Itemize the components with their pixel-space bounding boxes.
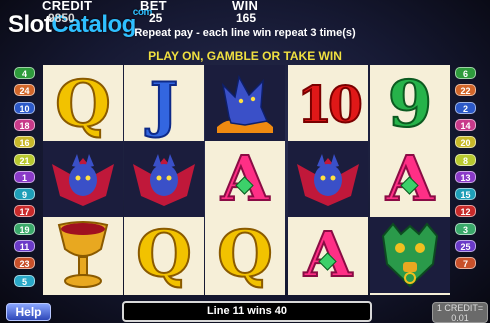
symbol-queen: Q xyxy=(135,217,193,292)
symbol-wolf-moon xyxy=(205,65,285,141)
right-line-badge: 2 xyxy=(455,101,476,114)
left-line-badge: 19 xyxy=(14,222,35,235)
bet-value: 25 xyxy=(149,11,163,25)
mask-icon xyxy=(381,222,439,288)
wolf-bat-icon xyxy=(52,154,114,206)
symbol-ace: A xyxy=(370,141,450,217)
symbol-nine: 9 xyxy=(387,67,434,142)
right-line-badge: 12 xyxy=(455,205,476,218)
left-line-badge: 17 xyxy=(14,205,35,218)
repeat-pay-message: Repeat pay - each line win repeat 3 time… xyxy=(134,27,356,39)
credit-denomination-button[interactable]: 1 CREDIT= 0.01 xyxy=(432,302,488,323)
left-line-badge: 10 xyxy=(14,101,35,114)
right-line-badge: 25 xyxy=(455,240,476,252)
symbol-jack: J xyxy=(149,70,179,140)
win-value: 165 xyxy=(236,11,257,25)
right-line-badge: 15 xyxy=(455,188,476,201)
play-on-message: PLAY ON, GAMBLE OR TAKE WIN xyxy=(148,49,342,63)
left-line-badge: 9 xyxy=(14,188,35,201)
left-line-badge: 4 xyxy=(14,67,35,79)
reel-4: 10 A xyxy=(288,65,368,295)
left-line-badge: 18 xyxy=(14,118,35,131)
left-line-badge: 5 xyxy=(14,274,35,287)
symbol-mask xyxy=(370,217,450,293)
line-win-display: Line 11 wins 40 xyxy=(122,301,372,322)
reel-2: J Q xyxy=(124,65,204,295)
wolf-bat-icon xyxy=(133,154,195,206)
symbol-ace: A xyxy=(205,141,285,217)
reel-5: 9 A xyxy=(370,65,450,295)
symbol-wolf-bat xyxy=(288,141,368,217)
symbol-ace: A xyxy=(288,217,368,293)
wolf-icon xyxy=(217,74,273,133)
left-line-badge: 11 xyxy=(14,240,35,252)
game-screen: SlotCatalog com CREDIT 9850 BET 25 WIN 1… xyxy=(0,0,490,323)
credit-value: 9850 xyxy=(48,11,75,25)
symbol-ten: 10 xyxy=(296,75,364,134)
right-line-badge: 22 xyxy=(455,84,476,97)
left-line-badge: 16 xyxy=(14,136,35,149)
symbol-queen: Q xyxy=(54,67,112,142)
wolf-bat-icon xyxy=(297,154,359,206)
credit-denom-value: 0.01 xyxy=(451,313,469,323)
goblet-icon xyxy=(57,221,109,288)
right-line-badge: 13 xyxy=(455,170,476,183)
right-line-badge: 14 xyxy=(455,118,476,131)
reel-1: Q xyxy=(43,65,123,295)
right-line-badge: 7 xyxy=(455,257,476,270)
reel-3: A Q xyxy=(205,65,285,295)
symbol-queen: Q xyxy=(216,217,274,292)
left-line-badge: 1 xyxy=(14,170,35,183)
symbol-goblet xyxy=(43,217,123,293)
left-line-badge: 23 xyxy=(14,257,35,270)
right-line-badge: 6 xyxy=(455,67,476,79)
right-line-badge: 8 xyxy=(455,153,476,166)
help-button[interactable]: Help xyxy=(6,303,51,321)
right-line-badge: 20 xyxy=(455,136,476,149)
symbol-wolf-bat xyxy=(43,141,123,217)
left-line-badge: 24 xyxy=(14,84,35,97)
symbol-wolf-bat xyxy=(124,141,204,217)
left-line-badge: 21 xyxy=(14,153,35,166)
credit-denom-label: 1 CREDIT= xyxy=(436,303,484,313)
right-line-badge: 3 xyxy=(455,222,476,235)
